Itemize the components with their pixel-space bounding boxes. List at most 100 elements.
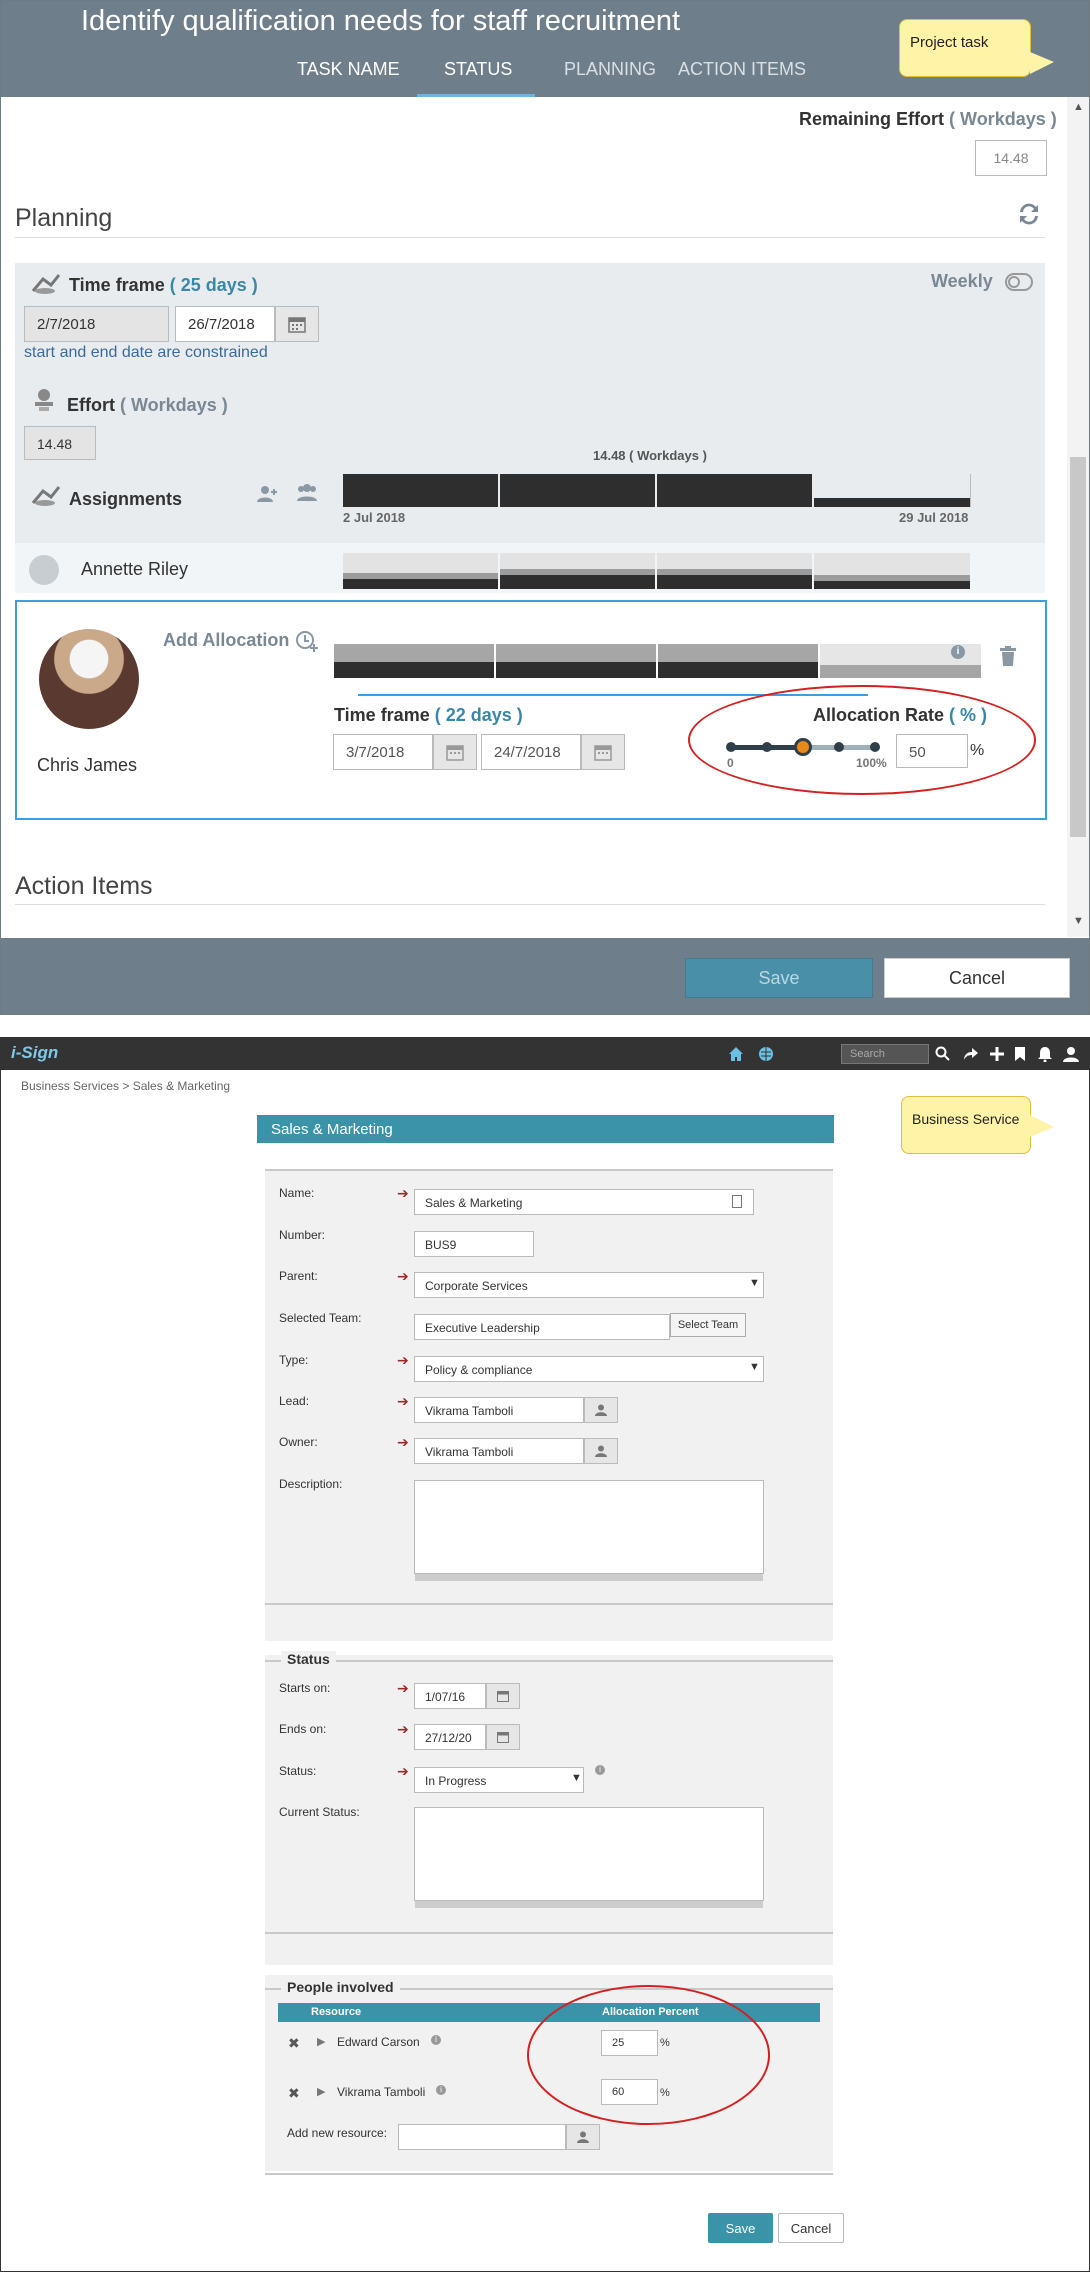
parent-label: Parent: — [279, 1269, 318, 1283]
info-icon[interactable]: i — [595, 1765, 605, 1775]
selected-team-field[interactable]: Executive Leadership — [414, 1314, 670, 1340]
app-logo[interactable]: i-Sign — [11, 1043, 58, 1063]
remove-icon[interactable]: ✖ — [288, 2085, 300, 2102]
name-field[interactable]: Sales & Marketing — [414, 1189, 754, 1215]
scroll-down-icon[interactable]: ▼ — [1073, 915, 1084, 927]
lead-person-icon[interactable] — [584, 1397, 618, 1423]
ends-on-field[interactable]: 27/12/20 — [414, 1724, 486, 1750]
share-icon[interactable] — [963, 1046, 979, 1062]
info-icon[interactable]: i — [431, 2035, 441, 2045]
scroll-up-icon[interactable]: ▲ — [1073, 101, 1084, 113]
weekly-toggle[interactable] — [1005, 273, 1033, 291]
tab-planning[interactable]: PLANNING — [564, 59, 656, 80]
add-resource-person-icon[interactable] — [566, 2124, 600, 2150]
chevron-down-icon[interactable]: ▼ — [749, 1361, 760, 1373]
constraint-note: start and end date are constrained — [24, 344, 268, 361]
alloc-end-field[interactable]: 24/7/2018 — [481, 734, 581, 770]
globe-icon[interactable] — [758, 1046, 774, 1062]
effort-field[interactable]: 14.48 — [24, 426, 96, 460]
scrollbar[interactable]: ▲ ▼ — [1067, 97, 1089, 937]
scrollbar-thumb[interactable] — [1070, 457, 1086, 837]
assignments-icon — [31, 486, 61, 506]
people-heading: People involved — [281, 1979, 400, 1995]
end-date-calendar-icon[interactable] — [275, 306, 319, 342]
col-resource: Resource — [311, 2006, 362, 2018]
description-textarea[interactable] — [414, 1480, 764, 1581]
annette-alloc-week-2 — [500, 553, 655, 589]
gantt-bar-week-3 — [657, 474, 812, 507]
number-field[interactable]: BUS9 — [414, 1231, 534, 1257]
gantt-end-label: 29 Jul 2018 — [899, 510, 969, 525]
ends-calendar-icon[interactable] — [486, 1724, 520, 1750]
save-button[interactable]: Save — [685, 958, 873, 998]
select-team-button[interactable]: Select Team — [670, 1313, 746, 1337]
bookmark-icon[interactable] — [1013, 1046, 1027, 1062]
resize-grip[interactable] — [415, 1574, 763, 1581]
translate-icon[interactable] — [732, 1195, 742, 1208]
resize-grip[interactable] — [415, 1901, 763, 1908]
project-task-panel: Identify qualification needs for staff r… — [0, 0, 1090, 1015]
annette-alloc-week-1 — [343, 553, 498, 589]
assignee-name-annette: Annette Riley — [81, 559, 189, 579]
add-allocation-icon[interactable] — [295, 630, 319, 654]
remove-icon[interactable]: ✖ — [288, 2035, 300, 2052]
required-arrow-icon: ➔ — [397, 1393, 409, 1409]
cancel-button[interactable]: Cancel — [778, 2213, 844, 2243]
breadcrumb[interactable]: Business Services > Sales & Marketing — [21, 1079, 230, 1093]
tab-status[interactable]: STATUS — [444, 59, 512, 80]
add-allocation-label[interactable]: Add Allocation — [163, 630, 289, 651]
callout-tail — [1030, 1115, 1054, 1137]
task-title: Identify qualification needs for staff r… — [81, 5, 681, 37]
status-select[interactable]: In Progress — [414, 1767, 584, 1793]
starts-calendar-icon[interactable] — [486, 1683, 520, 1709]
info-icon[interactable]: i — [951, 645, 965, 659]
add-person-icon[interactable] — [257, 485, 279, 503]
timeframe-icon — [31, 274, 61, 294]
person-name: Edward Carson — [337, 2035, 420, 2049]
tab-action-items[interactable]: ACTION ITEMS — [678, 59, 806, 80]
effort-label: Effort ( Workdays ) — [67, 395, 228, 415]
type-select[interactable]: Policy & compliance — [414, 1356, 764, 1382]
chevron-down-icon[interactable]: ▼ — [749, 1277, 760, 1289]
info-icon[interactable]: i — [436, 2085, 446, 2095]
callout-text: Business Service — [912, 1111, 1020, 1127]
owner-field[interactable]: Vikrama Tamboli — [414, 1438, 584, 1464]
trash-icon[interactable] — [999, 646, 1017, 666]
add-group-icon[interactable] — [295, 483, 319, 503]
expand-icon[interactable]: ▶ — [317, 2085, 325, 2098]
refresh-icon[interactable] — [1015, 200, 1043, 228]
effort-icon — [35, 389, 53, 411]
status-top-line — [265, 1660, 833, 1662]
alloc-start-calendar-icon[interactable] — [433, 734, 477, 770]
chevron-down-icon[interactable]: ▼ — [571, 1772, 582, 1784]
current-status-textarea[interactable] — [414, 1807, 764, 1908]
alloc-start-field[interactable]: 3/7/2018 — [333, 734, 433, 770]
end-date-field[interactable]: 26/7/2018 — [175, 306, 275, 342]
expand-icon[interactable]: ▶ — [317, 2035, 325, 2048]
bell-icon[interactable] — [1037, 1046, 1053, 1062]
type-label: Type: — [279, 1353, 309, 1367]
tab-task-name[interactable]: TASK NAME — [297, 59, 400, 80]
callout-tail — [1030, 52, 1054, 74]
start-date-field[interactable]: 2/7/2018 — [24, 306, 169, 342]
cancel-button[interactable]: Cancel — [884, 958, 1070, 998]
assignee-name-chris: Chris James — [37, 755, 138, 775]
people-bottom-line — [265, 2173, 833, 2175]
save-button[interactable]: Save — [708, 2213, 773, 2243]
starts-on-field[interactable]: 1/07/16 — [414, 1683, 486, 1709]
owner-person-icon[interactable] — [584, 1438, 618, 1464]
plus-icon[interactable] — [989, 1046, 1005, 1062]
alloc-end-calendar-icon[interactable] — [581, 734, 625, 770]
number-label: Number: — [279, 1228, 326, 1242]
callout-text: Project task — [910, 34, 989, 51]
home-icon[interactable] — [728, 1046, 744, 1062]
search-icon[interactable] — [935, 1046, 951, 1062]
user-icon[interactable] — [1063, 1046, 1079, 1062]
lead-field[interactable]: Vikrama Tamboli — [414, 1397, 584, 1423]
search-input[interactable]: Search — [841, 1044, 929, 1064]
parent-select[interactable]: Corporate Services — [414, 1272, 764, 1298]
remaining-effort-field[interactable]: 14.48 — [975, 140, 1047, 176]
planning-divider — [15, 237, 1045, 238]
top-navbar: i-Sign Search — [1, 1038, 1089, 1070]
add-resource-field[interactable] — [398, 2124, 566, 2150]
